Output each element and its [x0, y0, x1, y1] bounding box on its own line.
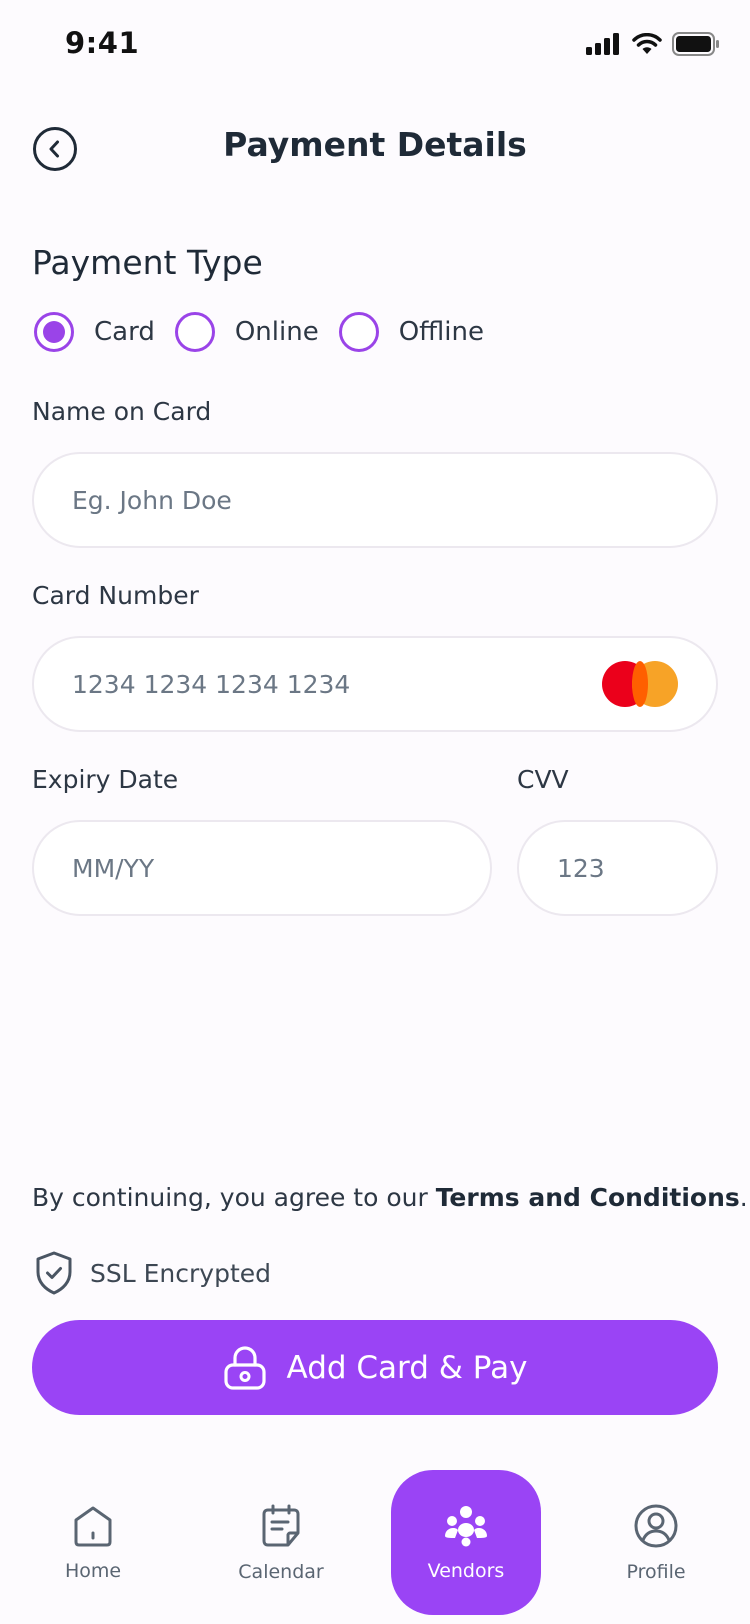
expiry-date-label: Expiry Date	[32, 765, 179, 794]
radio-card[interactable]: Card	[34, 312, 155, 352]
card-number-label: Card Number	[32, 581, 199, 610]
nav-label-calendar: Calendar	[238, 1560, 324, 1583]
radio-label-online: Online	[234, 317, 319, 347]
terms-suffix: .	[739, 1183, 748, 1212]
nav-item-home[interactable]: Home	[18, 1470, 168, 1615]
ssl-label: SSL Encrypted	[90, 1258, 271, 1288]
home-icon	[74, 1506, 112, 1546]
radio-circle-online[interactable]	[174, 312, 215, 352]
lock-icon	[223, 1345, 266, 1390]
name-on-card-input[interactable]	[72, 485, 678, 515]
nav-item-profile[interactable]: Profile	[581, 1470, 731, 1615]
radio-label-card: Card	[94, 317, 155, 347]
add-card-pay-label: Add Card & Pay	[286, 1349, 528, 1386]
mastercard-icon	[602, 659, 678, 709]
shield-check-icon	[36, 1251, 72, 1295]
status-icons	[586, 32, 720, 56]
name-on-card-field[interactable]	[32, 452, 718, 548]
radio-circle-offline[interactable]	[338, 312, 379, 352]
nav-item-vendors[interactable]: Vendors	[391, 1470, 541, 1615]
nav-label-profile: Profile	[626, 1560, 686, 1583]
cvv-field[interactable]	[517, 820, 718, 916]
cvv-input[interactable]	[557, 853, 678, 883]
status-time: 9:41	[65, 26, 140, 60]
nav-label-vendors: Vendors	[427, 1559, 505, 1582]
radio-selected-dot	[43, 321, 65, 343]
nav-item-calendar[interactable]: Calendar	[206, 1470, 356, 1615]
vendors-icon	[445, 1505, 487, 1546]
signal-icon	[586, 33, 619, 55]
ssl-badge: SSL Encrypted	[34, 1250, 271, 1296]
wifi-icon	[632, 33, 662, 54]
terms-prefix: By continuing, you agree to our	[32, 1183, 436, 1212]
radio-offline[interactable]: Offline	[338, 312, 485, 352]
payment-type-radio-group: Card Online Offline	[34, 312, 504, 352]
battery-icon	[672, 32, 719, 56]
calendar-icon	[262, 1504, 300, 1546]
radio-circle-card[interactable]	[34, 312, 74, 352]
add-card-pay-button[interactable]: Add Card & Pay	[32, 1320, 718, 1415]
cvv-label: CVV	[517, 765, 569, 794]
expiry-date-input[interactable]	[72, 853, 452, 883]
bottom-nav: Home Calendar Vendors Profile	[0, 1470, 750, 1620]
card-number-field[interactable]	[32, 636, 718, 732]
terms-link[interactable]: Terms and Conditions	[436, 1183, 740, 1212]
expiry-date-field[interactable]	[32, 820, 492, 916]
page-title: Payment Details	[223, 125, 527, 164]
radio-online[interactable]: Online	[174, 312, 319, 352]
card-number-input[interactable]	[72, 669, 602, 699]
name-on-card-label: Name on Card	[32, 397, 212, 426]
terms-text: By continuing, you agree to our Terms an…	[32, 1183, 748, 1212]
payment-type-title: Payment Type	[32, 243, 263, 282]
nav-label-home: Home	[64, 1559, 122, 1582]
radio-label-offline: Offline	[398, 317, 485, 347]
profile-icon	[634, 1504, 678, 1547]
